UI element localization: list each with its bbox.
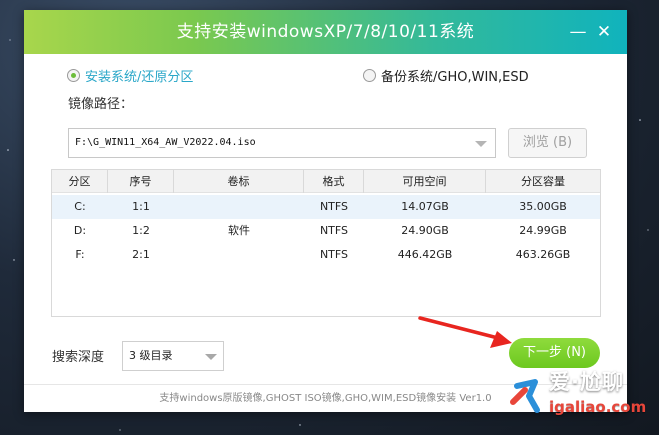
- partition-table: 分区 序号 卷标 格式 可用空间 分区容量 C: 1:1 NTFS 14.07G…: [51, 169, 601, 317]
- column-header-label: 卷标: [174, 170, 304, 193]
- cell-format: NTFS: [319, 248, 349, 261]
- search-depth-label: 搜索深度: [52, 350, 105, 365]
- search-depth-select[interactable]: 3 级目录: [122, 341, 224, 371]
- radio-backup-label: 备份系统/GHO,WIN,ESD: [381, 69, 529, 85]
- cell-format: NTFS: [319, 200, 349, 213]
- image-path-value: F:\G_WIN11_X64_AW_V2022.04.iso: [75, 137, 256, 148]
- close-button[interactable]: ✕: [594, 22, 614, 42]
- column-header-free: 可用空间: [364, 170, 486, 193]
- column-header-index: 序号: [108, 170, 174, 193]
- column-header-partition: 分区: [52, 170, 108, 193]
- cell-free: 446.42GB: [397, 248, 453, 261]
- table-row[interactable]: C: 1:1 NTFS 14.07GB 35.00GB: [52, 195, 600, 219]
- title-bar: 支持安装windowsXP/7/8/10/11系统 — ✕: [24, 10, 627, 54]
- minimize-button[interactable]: —: [568, 22, 588, 42]
- cell-format: NTFS: [319, 224, 349, 237]
- window-title: 支持安装windowsXP/7/8/10/11系统: [176, 22, 475, 42]
- cell-label: [174, 195, 304, 219]
- image-path-label: 镜像路径：: [68, 97, 134, 112]
- table-row[interactable]: F: 2:1 NTFS 446.42GB 463.26GB: [52, 243, 600, 267]
- cell-partition: D:: [73, 224, 87, 237]
- cell-label: [174, 243, 304, 267]
- table-header: 分区 序号 卷标 格式 可用空间 分区容量: [52, 170, 600, 193]
- column-header-format: 格式: [304, 170, 364, 193]
- radio-install-restore[interactable]: 安装系统/还原分区: [67, 65, 193, 85]
- radio-checked-icon: [67, 68, 80, 82]
- radio-install-label: 安装系统/还原分区: [85, 69, 194, 85]
- search-depth-value: 3 级目录: [129, 349, 173, 362]
- cell-free: 14.07GB: [401, 200, 449, 213]
- cell-capacity: 35.00GB: [519, 200, 567, 213]
- cell-index: 2:1: [132, 248, 150, 261]
- cell-free: 24.90GB: [401, 224, 449, 237]
- chevron-down-icon[interactable]: [475, 141, 487, 147]
- running-person-logo-icon: [510, 369, 540, 413]
- cell-index: 1:1: [132, 200, 150, 213]
- site-watermark: 爱·尬聊 igaliao.com: [505, 362, 655, 432]
- cell-partition: C:: [74, 200, 86, 213]
- browse-button[interactable]: 浏览 (B): [508, 128, 587, 158]
- cell-capacity: 463.26GB: [515, 248, 571, 261]
- image-path-select[interactable]: F:\G_WIN11_X64_AW_V2022.04.iso: [68, 128, 496, 158]
- installer-window: 支持安装windowsXP/7/8/10/11系统 — ✕ 安装系统/还原分区 …: [24, 10, 627, 412]
- cell-label: 软件: [228, 224, 250, 237]
- cell-partition: F:: [75, 248, 85, 261]
- cell-capacity: 24.99GB: [519, 224, 567, 237]
- radio-backup[interactable]: 备份系统/GHO,WIN,ESD: [363, 65, 529, 85]
- radio-unchecked-icon: [363, 68, 376, 82]
- watermark-url: igaliao.com: [549, 398, 647, 416]
- watermark-brand: 爱·尬聊: [549, 370, 624, 394]
- table-row[interactable]: D: 1:2 软件 NTFS 24.90GB 24.99GB: [52, 219, 600, 243]
- column-header-capacity: 分区容量: [521, 175, 565, 188]
- chevron-down-icon[interactable]: [205, 354, 217, 360]
- cell-index: 1:2: [132, 224, 150, 237]
